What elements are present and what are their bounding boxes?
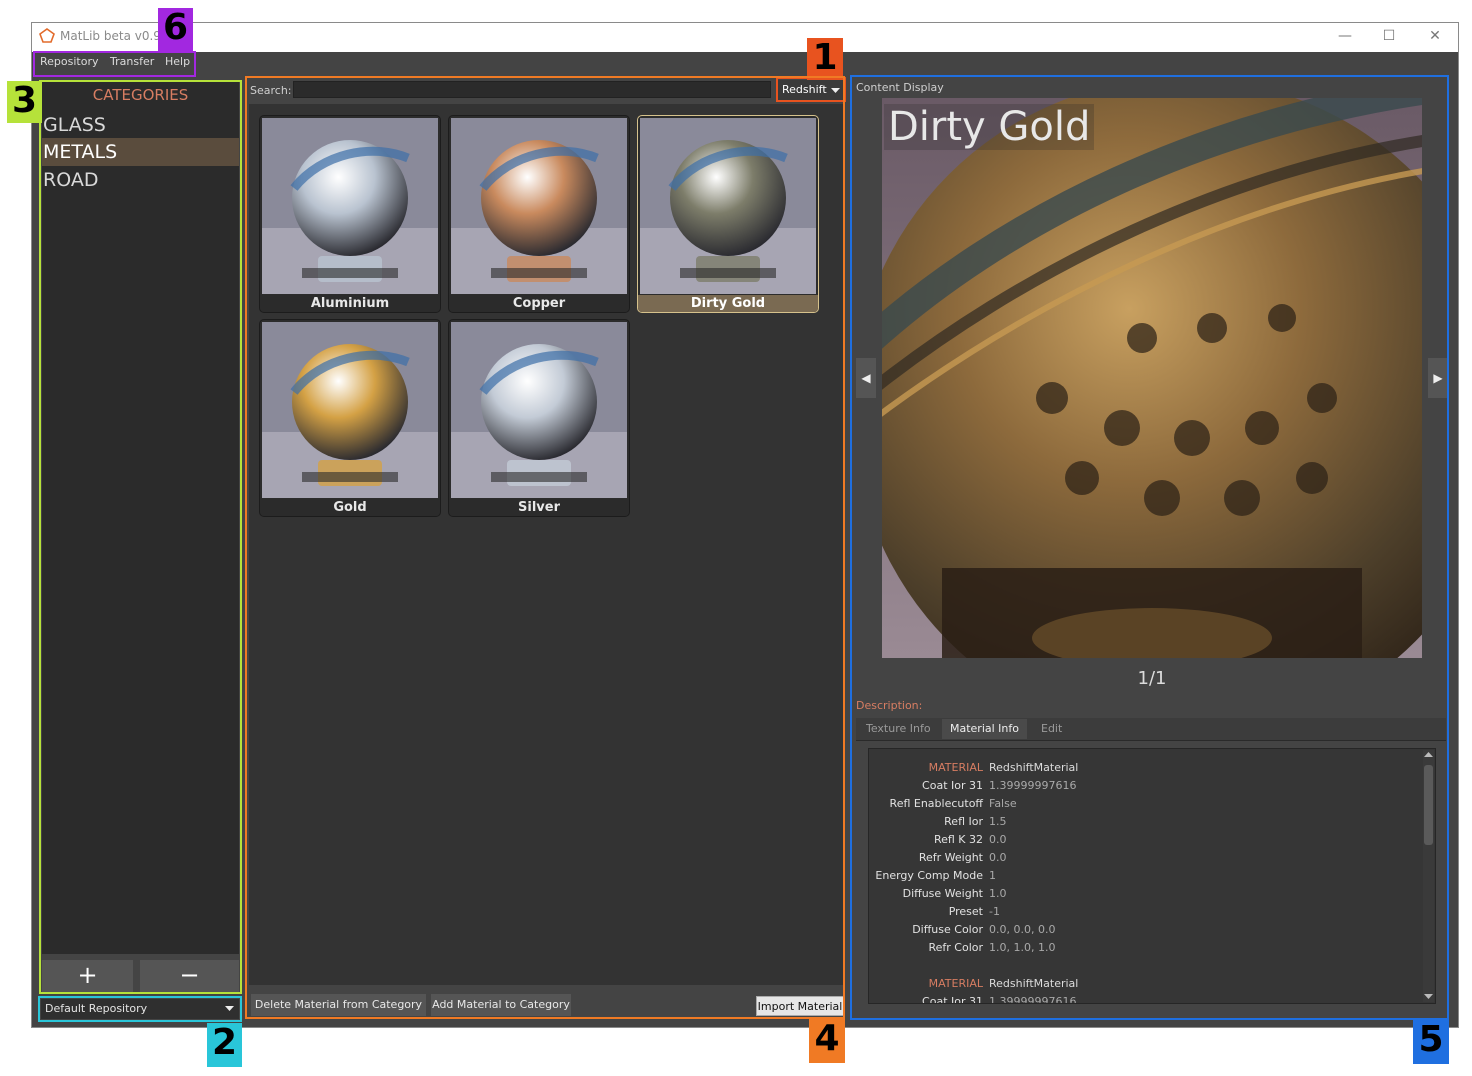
menu-bar — [32, 52, 1458, 76]
minimize-button[interactable]: — — [1330, 26, 1360, 46]
annotation-box-4 — [245, 76, 845, 1019]
annotation-badge-3: 3 — [7, 81, 42, 123]
annotation-badge-1: 1 — [807, 38, 843, 80]
close-button[interactable]: ✕ — [1420, 26, 1450, 46]
app-logo-icon — [39, 28, 55, 43]
annotation-box-5 — [850, 75, 1449, 1020]
annotation-badge-6: 6 — [158, 8, 193, 51]
maximize-button[interactable]: ☐ — [1374, 26, 1404, 46]
annotation-box-3 — [39, 80, 242, 994]
annotation-box-6 — [33, 51, 196, 77]
annotation-box-2 — [38, 996, 242, 1022]
annotation-badge-2: 2 — [207, 1023, 242, 1067]
title-bar — [32, 23, 1458, 52]
window-title: MatLib beta v0.9 — [60, 29, 161, 43]
annotation-badge-5: 5 — [1413, 1020, 1449, 1064]
annotation-badge-4: 4 — [809, 1019, 845, 1063]
